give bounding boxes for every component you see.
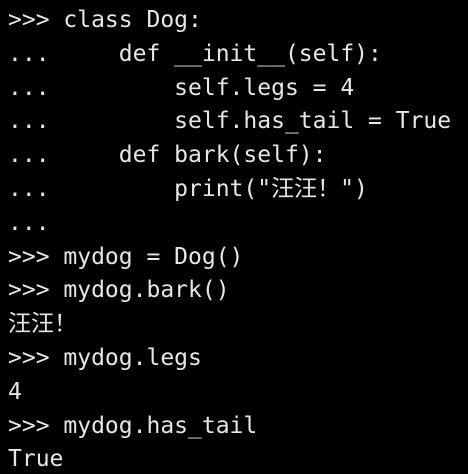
terminal-line: >>> mydog.has_tail [8,410,468,444]
terminal-line: ... print("汪汪！") [8,173,468,207]
terminal-line: ... [8,207,468,241]
prompt: ... [8,74,64,101]
terminal-output-line: 汪汪！ [8,308,468,342]
code-text: mydog = Dog() [63,243,244,270]
prompt: >>> [8,344,64,371]
code-text: print("汪汪！") [63,175,368,202]
prompt: >>> [8,412,64,439]
terminal-output-line: True [8,443,468,474]
code-text: def bark(self): [63,142,327,169]
terminal-line: ... self.legs = 4 [8,72,468,106]
terminal-output-line: 4 [8,376,468,410]
output-text: 汪汪！ [8,311,77,338]
terminal-line: >>> class Dog: [8,4,468,38]
prompt: >>> [8,277,64,304]
terminal-line: >>> mydog = Dog() [8,241,468,275]
terminal-line: >>> mydog.legs [8,342,468,376]
prompt: >>> [8,243,64,270]
code-text: class Dog: [63,7,202,33]
terminal-line: ... def __init__(self): [8,38,468,72]
prompt: >>> [8,7,64,33]
prompt: ... [8,209,50,236]
code-text: self.has_tail = True [63,108,452,135]
prompt: ... [8,108,64,135]
code-text: self.legs = 4 [63,74,355,101]
code-text: mydog.legs [63,344,202,371]
code-text: mydog.bark() [63,277,230,304]
prompt: ... [8,175,64,202]
terminal-line: ... self.has_tail = True [8,105,468,139]
terminal-window[interactable]: >>> class Dog: ... def __init__(self): .… [0,0,468,474]
output-text: True [8,446,64,473]
output-text: 4 [8,378,22,405]
code-text: mydog.has_tail [63,412,258,439]
terminal-line: ... def bark(self): [8,139,468,173]
terminal-line: >>> mydog.bark() [8,274,468,308]
code-text: def __init__(self): [63,40,382,67]
prompt: ... [8,142,64,169]
prompt: ... [8,40,64,67]
